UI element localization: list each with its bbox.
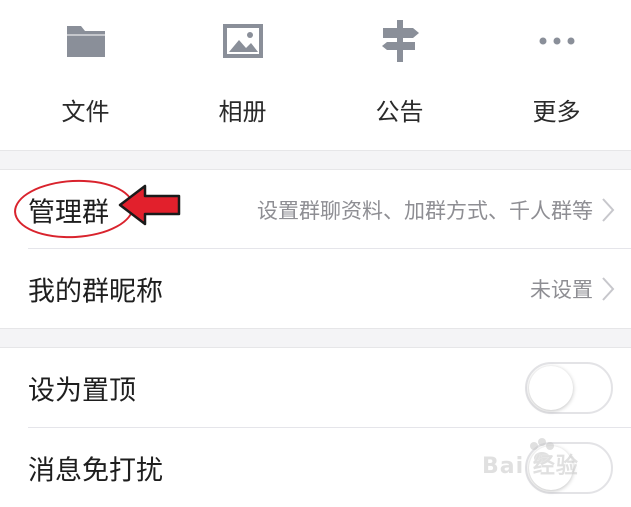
pin-top-row: 设为置顶 bbox=[0, 348, 631, 427]
more-icon bbox=[539, 37, 574, 45]
pin-top-title: 设为置顶 bbox=[28, 375, 136, 406]
chevron-right-icon bbox=[602, 197, 615, 222]
toggle-knob bbox=[529, 365, 573, 410]
quick-action-announcement[interactable]: 公告 bbox=[321, 0, 478, 150]
photo-icon bbox=[222, 24, 263, 58]
signpost-icon bbox=[381, 20, 419, 62]
quick-action-label: 文件 bbox=[61, 98, 110, 126]
chevron-right-icon bbox=[602, 276, 615, 301]
manage-group-description: 设置群聊资料、加群方式、千人群等 bbox=[257, 198, 593, 223]
quick-action-grid: 文件 相册 公告 更多 bbox=[0, 0, 631, 150]
quick-action-label: 公告 bbox=[375, 98, 424, 126]
my-group-nickname-row[interactable]: 我的群昵称 未设置 bbox=[0, 249, 631, 328]
baidu-jingyan-watermark: Bai 经验 bbox=[482, 432, 622, 492]
section-separator bbox=[0, 328, 631, 348]
pin-top-toggle[interactable] bbox=[525, 361, 613, 414]
do-not-disturb-title: 消息免打扰 bbox=[28, 455, 163, 486]
my-group-nickname-title: 我的群昵称 bbox=[28, 276, 163, 307]
quick-action-files[interactable]: 文件 bbox=[7, 0, 164, 150]
section-separator bbox=[0, 150, 631, 170]
folder-icon bbox=[66, 26, 105, 57]
watermark-text: Bai 经验 bbox=[482, 454, 579, 479]
quick-action-album[interactable]: 相册 bbox=[164, 0, 321, 150]
quick-action-label: 更多 bbox=[532, 98, 581, 126]
my-group-nickname-value: 未设置 bbox=[530, 277, 593, 302]
quick-action-label: 相册 bbox=[218, 98, 267, 126]
quick-action-more[interactable]: 更多 bbox=[478, 0, 631, 150]
annotation-arrow-icon bbox=[118, 184, 181, 226]
